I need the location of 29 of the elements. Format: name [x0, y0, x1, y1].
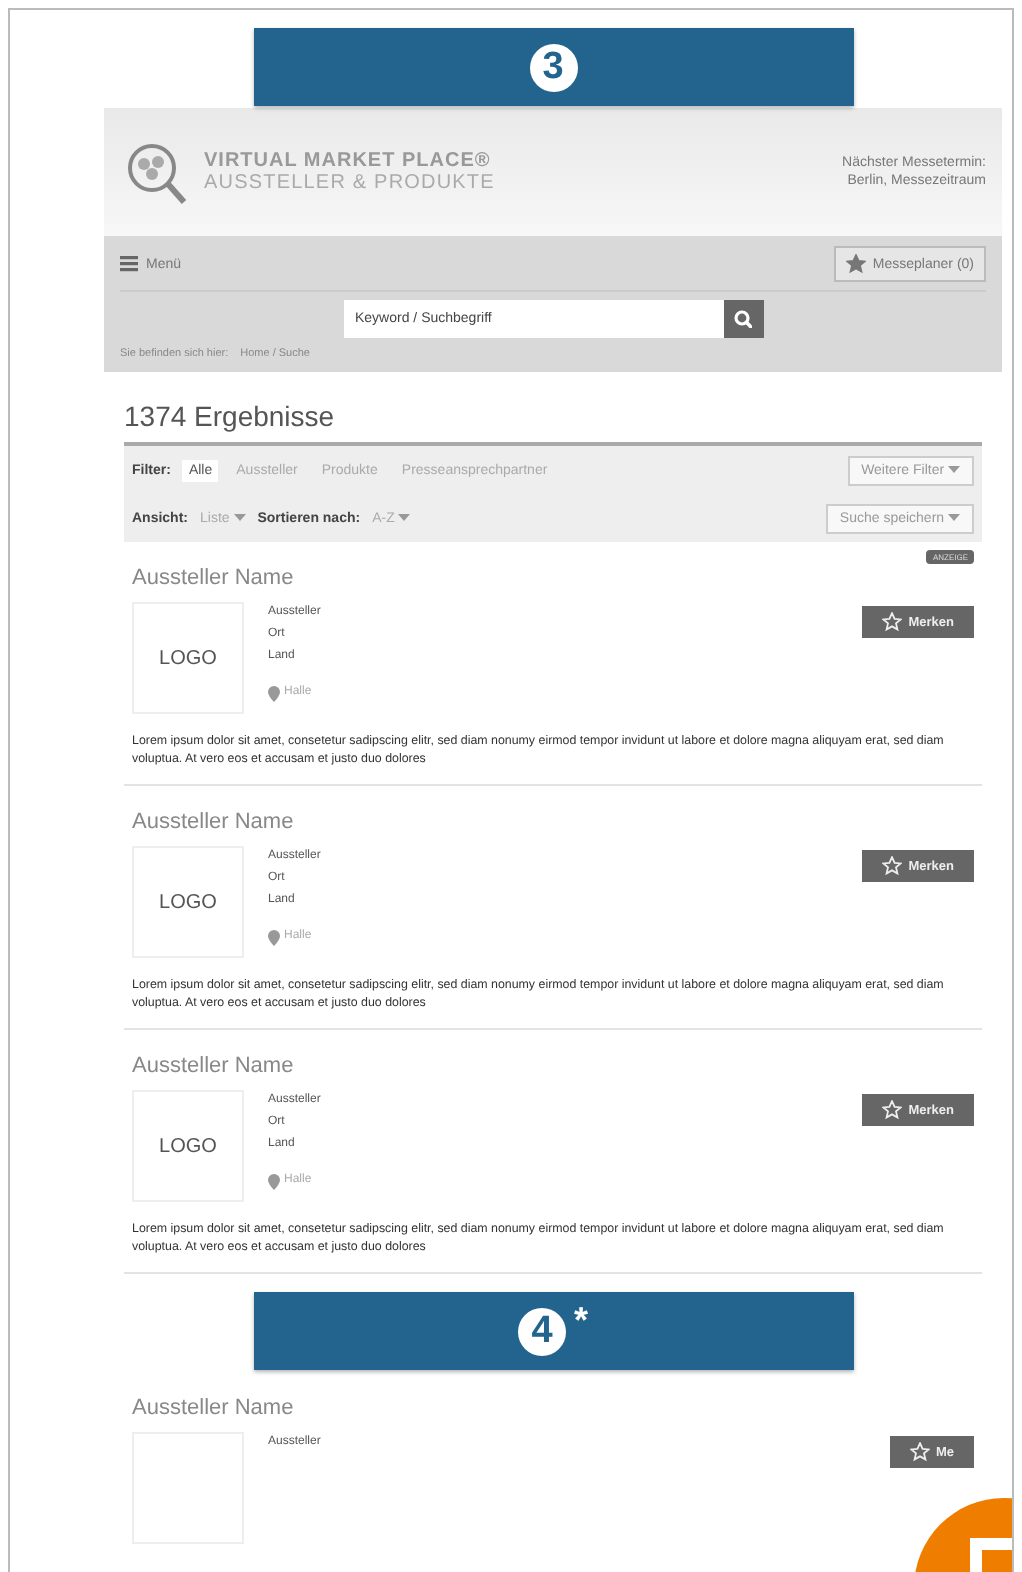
search-button[interactable] [723, 300, 763, 338]
star-icon [846, 254, 867, 274]
exhibitor-name[interactable]: Aussteller Name [132, 810, 294, 834]
site-subtitle: AUSSTELLER & PRODUKTE [204, 172, 495, 194]
location-pin-icon [268, 685, 280, 701]
location-pin-icon [268, 1173, 280, 1189]
step-number: 4 [517, 1307, 566, 1355]
star-icon [882, 856, 903, 876]
results-heading: 1374 Ergebnisse [124, 398, 337, 436]
footnote-mark: * [573, 1300, 588, 1342]
logo-text: LOGO [159, 647, 217, 669]
star-icon [909, 1442, 930, 1462]
magnifier-people-icon [124, 139, 188, 205]
logo-text: LOGO [159, 891, 217, 913]
logo-text: LOGO [159, 1135, 217, 1157]
caret-icon [948, 513, 960, 522]
site-title: VIRTUAL MARKET PLACE® [204, 150, 493, 172]
caret-icon [233, 513, 246, 522]
exhibitor-name[interactable]: Aussteller Name [132, 566, 294, 590]
location-pin-icon [268, 929, 280, 945]
exhibitor-name[interactable]: Aussteller Name [132, 1396, 294, 1420]
menu-icon [120, 256, 138, 272]
search-icon [734, 310, 752, 328]
star-icon [882, 612, 903, 632]
step-number: 3 [529, 43, 577, 91]
caret-icon [948, 465, 960, 474]
caret-icon [398, 513, 411, 522]
exhibitor-name[interactable]: Aussteller Name [132, 1054, 294, 1078]
star-icon [882, 1100, 903, 1120]
